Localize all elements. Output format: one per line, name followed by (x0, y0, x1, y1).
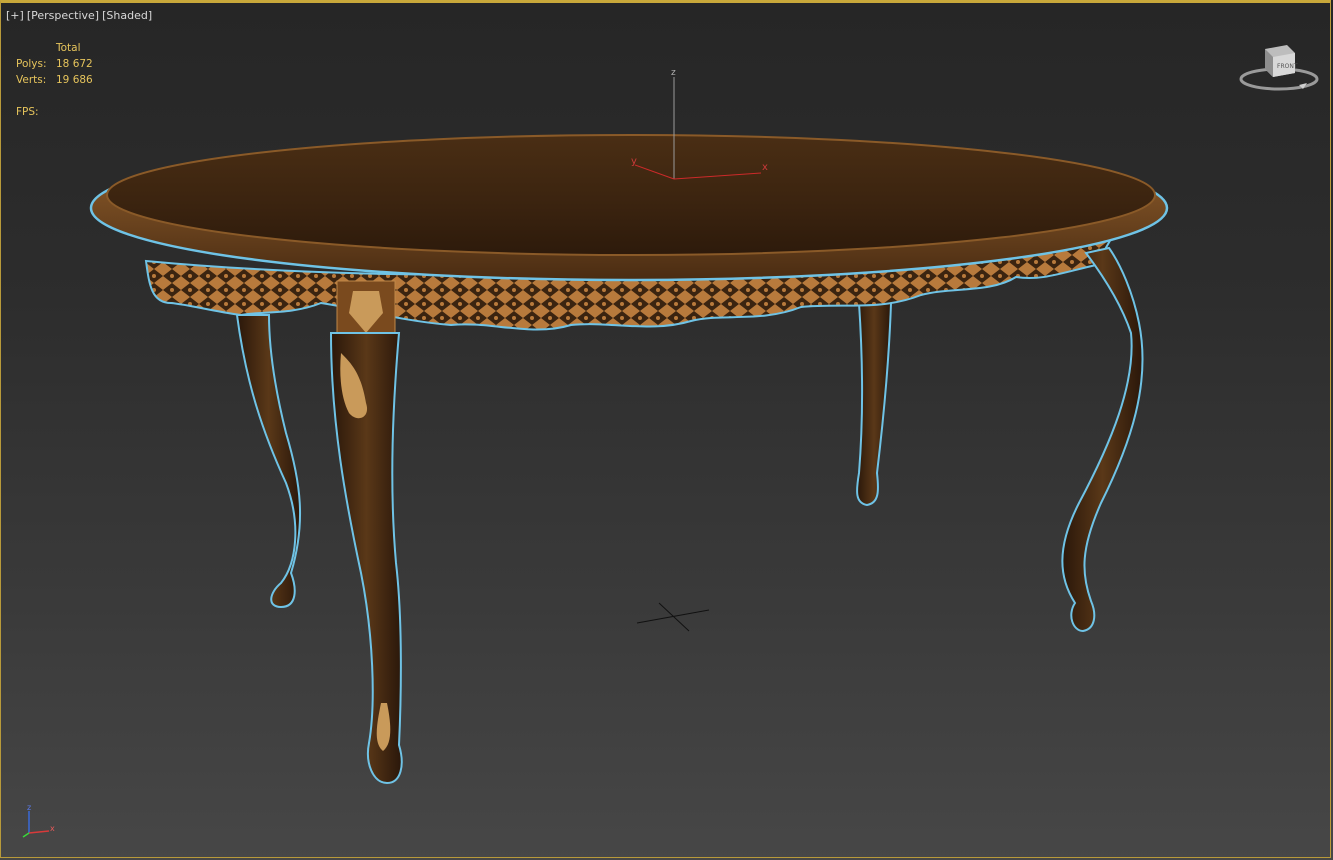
gizmo-z-label: z (671, 68, 676, 78)
table-top (89, 134, 1169, 282)
axis-tripod: z x (22, 803, 55, 838)
gizmo-x-label: x (762, 162, 768, 173)
tripod-x-label: x (50, 824, 55, 833)
viewcube-face-label: FRONT (1277, 63, 1298, 70)
scene-view[interactable]: x y z (1, 3, 1332, 859)
table-leg-front-right (1061, 246, 1144, 633)
gizmo-y-label: y (631, 156, 637, 167)
table-leg-back-left (235, 314, 302, 609)
perspective-viewport[interactable]: [+] [Perspective] [Shaded] Total Polys: 18 … (0, 0, 1331, 858)
table-leg-back-right (856, 302, 893, 507)
table-leg-front-left (329, 332, 403, 785)
tripod-z-label: z (27, 803, 31, 812)
world-origin-marker (636, 602, 710, 632)
viewcube[interactable]: FRONT (1237, 39, 1321, 95)
